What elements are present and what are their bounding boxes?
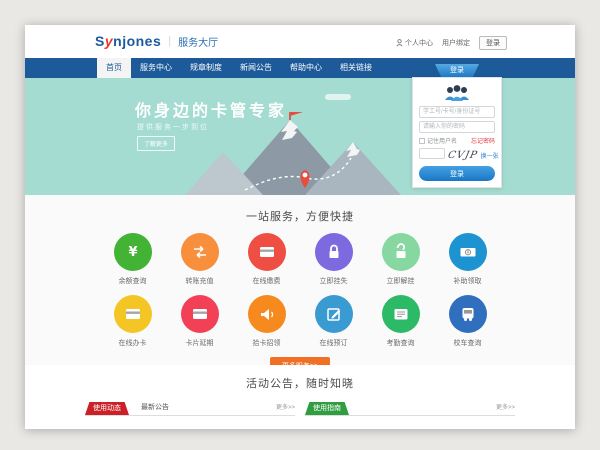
service-4[interactable]: 立即解挂 bbox=[367, 233, 434, 286]
personal-center-link[interactable]: 个人中心 bbox=[396, 38, 433, 48]
service-10[interactable]: 考勤查询 bbox=[367, 295, 434, 348]
announcement-left-column: 使用动态 最新公告 更多>> bbox=[85, 400, 295, 416]
service-7[interactable]: 卡片延期 bbox=[166, 295, 233, 348]
pencil-icon bbox=[315, 295, 353, 333]
nav-item-1[interactable]: 服务中心 bbox=[131, 58, 181, 78]
remember-label: 记住用户名 bbox=[427, 136, 457, 145]
service-label: 拾卡招领 bbox=[233, 338, 300, 348]
tab-usage-guide[interactable]: 使用指南 bbox=[305, 402, 349, 415]
user-binding-link[interactable]: 用户绑定 bbox=[442, 38, 470, 48]
list-icon bbox=[382, 295, 420, 333]
svg-text:¥: ¥ bbox=[466, 250, 469, 256]
services-row-2: 在线办卡卡片延期拾卡招领在线预订考勤查询校车查询 bbox=[25, 295, 575, 348]
left-more-link[interactable]: 更多>> bbox=[276, 401, 295, 415]
nav-item-0[interactable]: 首页 bbox=[97, 58, 131, 78]
announcements-title: 活动公告，随时知晓 bbox=[25, 375, 575, 391]
services-title: 一站服务，方便快捷 bbox=[25, 208, 575, 224]
svg-text:¥: ¥ bbox=[128, 245, 137, 260]
transfer-icon bbox=[181, 233, 219, 271]
logo-synjones: Synjones bbox=[95, 33, 161, 49]
password-input[interactable] bbox=[419, 121, 495, 133]
service-11[interactable]: 校车查询 bbox=[434, 295, 501, 348]
username-input[interactable] bbox=[419, 106, 495, 118]
service-label: 立即解挂 bbox=[367, 276, 434, 286]
nav-item-3[interactable]: 新闻公告 bbox=[231, 58, 281, 78]
right-more-link[interactable]: 更多>> bbox=[496, 401, 515, 415]
captcha-input[interactable] bbox=[419, 148, 445, 159]
card-icon bbox=[181, 295, 219, 333]
mountains-illustration bbox=[185, 112, 415, 195]
person-icon bbox=[396, 39, 403, 47]
service-label: 校车查询 bbox=[434, 338, 501, 348]
service-label: 立即挂失 bbox=[300, 276, 367, 286]
hero-subtitle: 提供服务一步到位 bbox=[137, 122, 209, 132]
portal-page: Synjones | 服务大厅 个人中心 用户绑定 登录 首页服务中心规 bbox=[25, 25, 575, 429]
tab-latest-announcements[interactable]: 最新公告 bbox=[141, 401, 169, 415]
remember-row: 记住用户名 忘记密码 bbox=[419, 136, 495, 145]
service-label: 在线预订 bbox=[300, 338, 367, 348]
unlock-icon bbox=[382, 233, 420, 271]
service-label: 补助领取 bbox=[434, 276, 501, 286]
login-panel: 登录 记住用户名 忘记密码 CVJP 换一张 bbox=[412, 64, 502, 188]
captcha-image[interactable]: CVJP bbox=[447, 150, 479, 161]
service-6[interactable]: 在线办卡 bbox=[99, 295, 166, 348]
header-login-button[interactable]: 登录 bbox=[479, 36, 507, 50]
bus-icon bbox=[449, 295, 487, 333]
service-2[interactable]: 在线缴费 bbox=[233, 233, 300, 286]
card-icon bbox=[114, 295, 152, 333]
users-icon bbox=[442, 84, 472, 102]
service-5[interactable]: ¥ 补助领取 bbox=[434, 233, 501, 286]
nav-item-4[interactable]: 帮助中心 bbox=[281, 58, 331, 78]
announcements-section: 活动公告，随时知晓 使用动态 最新公告 更多>> 使用指南 更多>> bbox=[25, 365, 575, 416]
login-tab[interactable]: 登录 bbox=[435, 64, 479, 77]
service-label: 在线缴费 bbox=[233, 276, 300, 286]
banknote-icon: ¥ bbox=[449, 233, 487, 271]
announcement-columns: 使用动态 最新公告 更多>> 使用指南 更多>> bbox=[25, 400, 575, 416]
login-submit-button[interactable]: 登录 bbox=[419, 166, 495, 181]
hero-cta-button[interactable]: 了解更多 bbox=[137, 136, 175, 151]
forgot-password-link[interactable]: 忘记密码 bbox=[471, 136, 495, 145]
service-9[interactable]: 在线预订 bbox=[300, 295, 367, 348]
service-label: 在线办卡 bbox=[99, 338, 166, 348]
service-1[interactable]: 转账充值 bbox=[166, 233, 233, 286]
captcha-row: CVJP 换一张 bbox=[419, 148, 495, 162]
service-label: 考勤查询 bbox=[367, 338, 434, 348]
services-section: 一站服务，方便快捷 ¥ 余额查询转账充值在线缴费立即挂失立即解挂 ¥ 补助领取 在线办… bbox=[25, 195, 575, 365]
service-8[interactable]: 拾卡招领 bbox=[233, 295, 300, 348]
captcha-refresh-link[interactable]: 换一张 bbox=[481, 151, 499, 160]
logo-divider: | bbox=[168, 35, 171, 47]
cloud bbox=[325, 94, 351, 100]
service-0[interactable]: ¥ 余额查询 bbox=[99, 233, 166, 286]
yen-icon: ¥ bbox=[114, 233, 152, 271]
service-label: 卡片延期 bbox=[166, 338, 233, 348]
service-label: 余额查询 bbox=[99, 276, 166, 286]
service-3[interactable]: 立即挂失 bbox=[300, 233, 367, 286]
hero-title: 你身边的卡管专家 bbox=[135, 97, 287, 121]
login-form: 记住用户名 忘记密码 CVJP 换一张 登录 bbox=[412, 77, 502, 188]
nav-item-5[interactable]: 相关链接 bbox=[331, 58, 381, 78]
screenshot-stage: Synjones | 服务大厅 个人中心 用户绑定 登录 首页服务中心规 bbox=[0, 0, 600, 450]
card-icon bbox=[248, 233, 286, 271]
brand[interactable]: Synjones | 服务大厅 bbox=[95, 33, 218, 49]
lock-icon bbox=[315, 233, 353, 271]
tab-usage-news[interactable]: 使用动态 bbox=[85, 402, 129, 415]
nav-item-2[interactable]: 规章制度 bbox=[181, 58, 231, 78]
header: Synjones | 服务大厅 个人中心 用户绑定 登录 bbox=[25, 25, 575, 58]
remember-checkbox[interactable] bbox=[419, 138, 425, 144]
services-row-1: ¥ 余额查询转账充值在线缴费立即挂失立即解挂 ¥ 补助领取 bbox=[25, 233, 575, 286]
portal-title: 服务大厅 bbox=[178, 34, 218, 49]
service-label: 转账充值 bbox=[166, 276, 233, 286]
announcement-right-column: 使用指南 更多>> bbox=[305, 400, 515, 416]
megaphone-icon bbox=[248, 295, 286, 333]
header-links: 个人中心 用户绑定 登录 bbox=[396, 36, 507, 50]
